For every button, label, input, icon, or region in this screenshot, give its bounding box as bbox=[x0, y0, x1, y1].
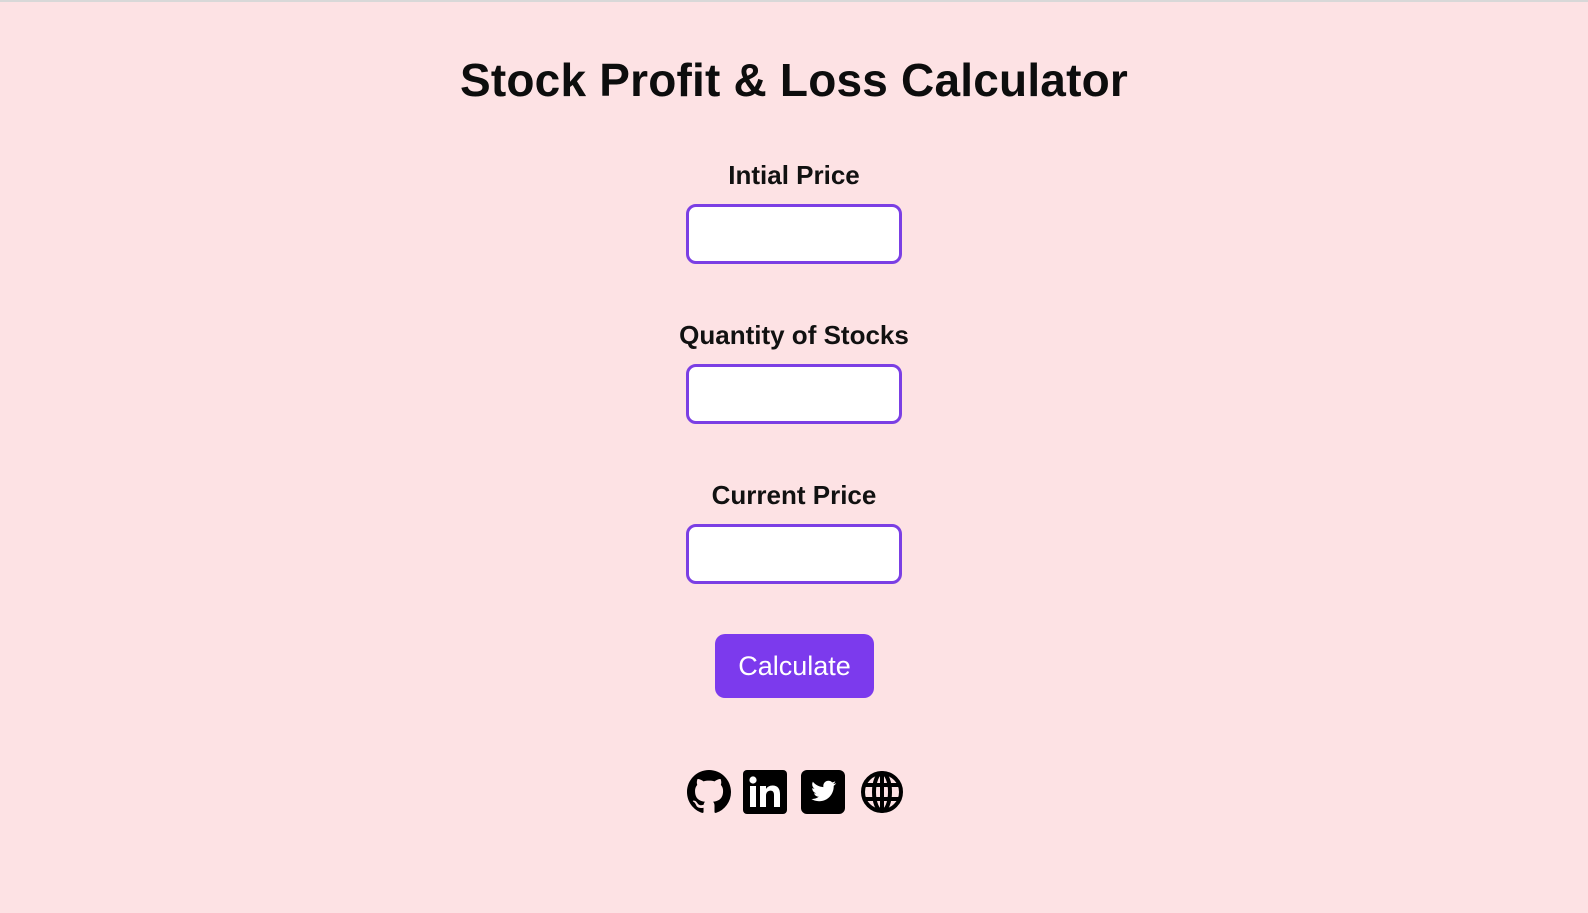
github-icon bbox=[687, 770, 731, 813]
quantity-label: Quantity of Stocks bbox=[679, 320, 909, 350]
website-link[interactable] bbox=[860, 770, 904, 814]
initial-price-input[interactable] bbox=[686, 204, 902, 264]
twitter-icon bbox=[801, 770, 845, 814]
current-price-label: Current Price bbox=[711, 480, 877, 510]
calculator-page: Stock Profit & Loss Calculator Intial Pr… bbox=[0, 0, 1588, 913]
linkedin-link[interactable] bbox=[743, 770, 787, 814]
social-links bbox=[0, 770, 1588, 814]
calculate-button[interactable]: Calculate bbox=[715, 634, 874, 698]
twitter-link[interactable] bbox=[801, 770, 845, 814]
github-link[interactable] bbox=[687, 770, 731, 814]
globe-icon bbox=[861, 771, 903, 813]
initial-price-label: Intial Price bbox=[728, 160, 860, 190]
quantity-input[interactable] bbox=[686, 364, 902, 424]
current-price-input[interactable] bbox=[686, 524, 902, 584]
page-title: Stock Profit & Loss Calculator bbox=[459, 54, 1128, 106]
linkedin-icon bbox=[743, 770, 787, 814]
